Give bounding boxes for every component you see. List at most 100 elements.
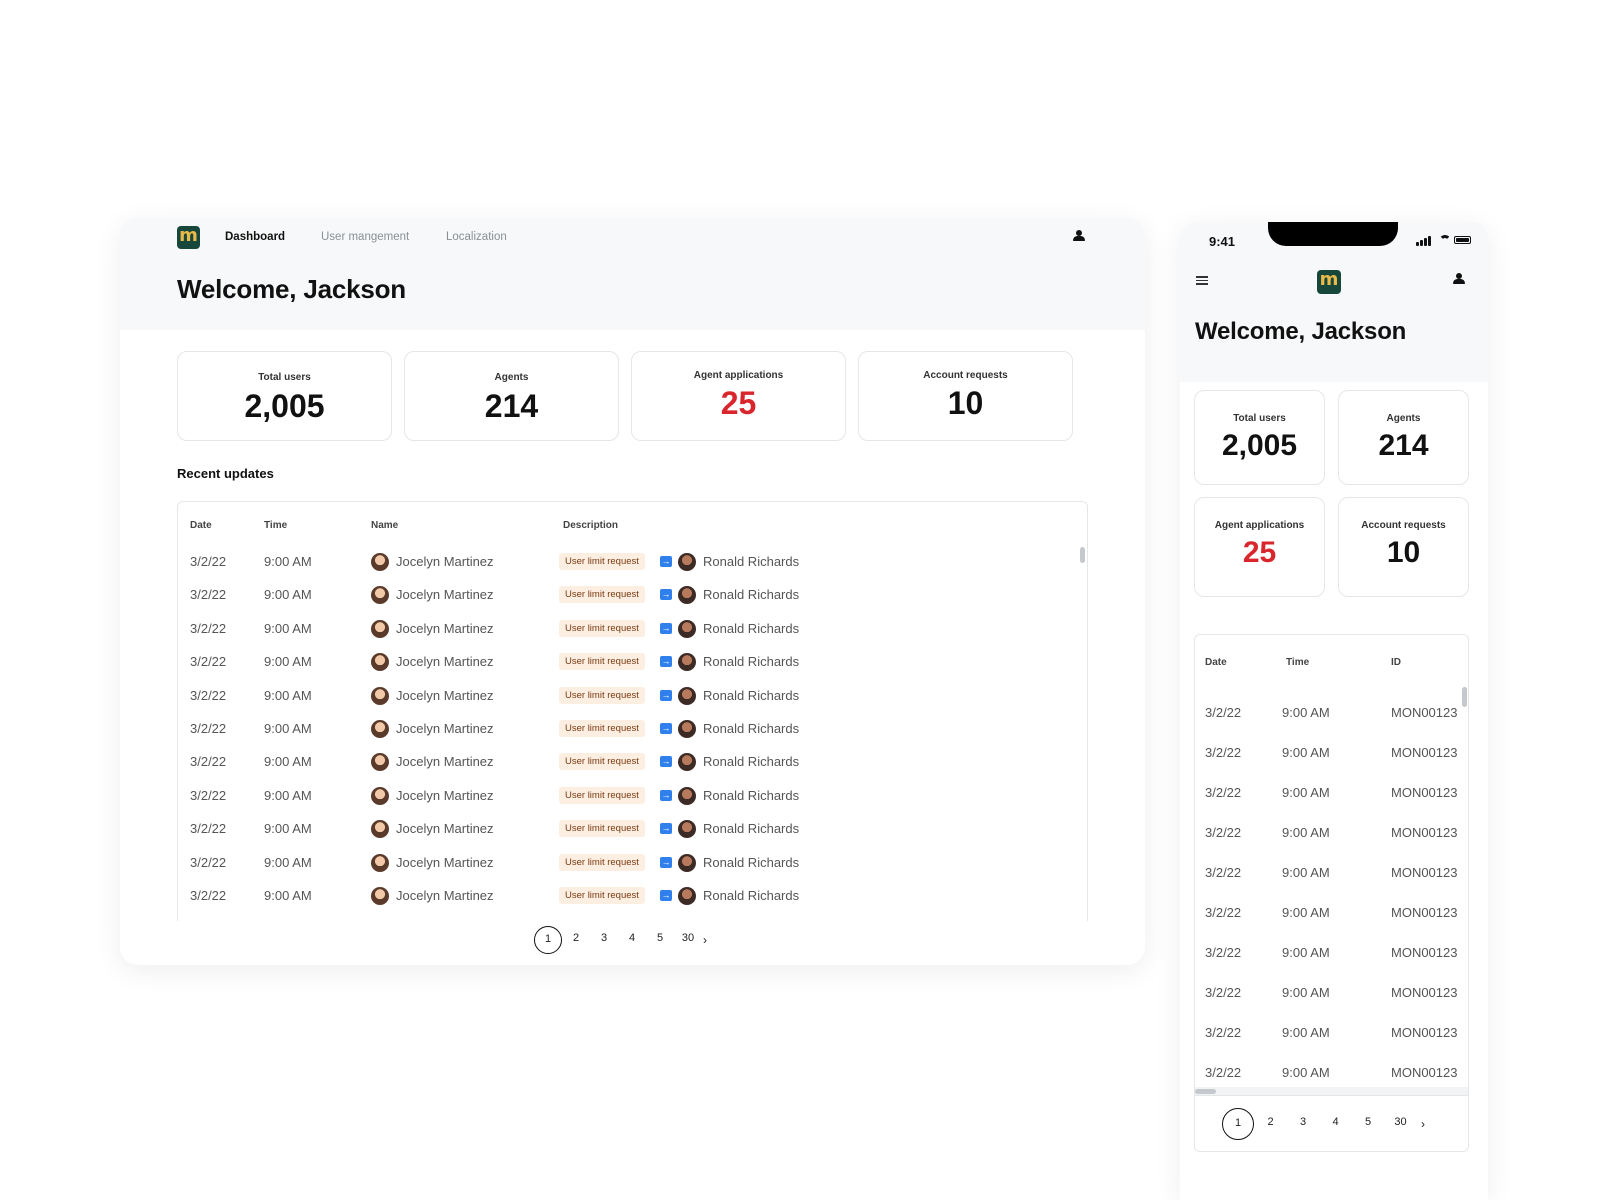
target-name-cell[interactable]: Ronald Richards [703,754,799,769]
wifi-icon [1439,235,1451,247]
signal-bar [1424,238,1427,246]
column-header-date[interactable]: Date [190,520,212,531]
target-name-cell[interactable]: Ronald Richards [703,821,799,836]
column-header-description[interactable]: Description [563,520,618,531]
table-row[interactable]: 3/2/22 9:00 AM MON00123 [1195,773,1468,813]
name-cell[interactable]: Jocelyn Martinez [396,621,494,636]
name-cell[interactable]: Jocelyn Martinez [396,654,494,669]
mobile-updates-table[interactable]: Date Time ID 3/2/22 9:00 AM MON00123 3/2/22… [1194,634,1469,1096]
table-row[interactable]: 3/2/22 9:00 AM Jocelyn Martinez User limit … [178,613,1087,647]
arrow-right-icon: → [660,789,672,801]
page-4-button[interactable]: 4 [1320,1108,1352,1140]
target-name-cell[interactable]: Ronald Richards [703,621,799,636]
pagination: 1 2 3 4 5 30 › [1195,1096,1468,1151]
column-header-name[interactable]: Name [371,520,398,531]
table-row[interactable]: 3/2/22 9:00 AM MON00123 [1195,693,1468,733]
name-cell[interactable]: Jocelyn Martinez [396,788,494,803]
table-row[interactable]: 3/2/22 9:00 AM Jocelyn Martinez User limit … [178,680,1087,714]
page-3-button[interactable]: 3 [590,926,618,954]
column-header-time[interactable]: Time [1286,657,1309,668]
name-cell[interactable]: Jocelyn Martinez [396,855,494,870]
page-30-button[interactable]: 30 [674,926,702,954]
time-cell: 9:00 AM [1282,945,1330,960]
logo[interactable]: m [177,226,200,249]
column-header-date[interactable]: Date [1205,657,1227,668]
user-icon[interactable] [1453,273,1465,285]
page-5-button[interactable]: 5 [1352,1108,1384,1140]
target-name-cell[interactable]: Ronald Richards [703,587,799,602]
stat-label: Total users [1233,413,1286,424]
status-badge: User limit request [559,653,645,671]
target-name-cell[interactable]: Ronald Richards [703,654,799,669]
page-2-button[interactable]: 2 [562,926,590,954]
table-row[interactable]: 3/2/22 9:00 AM Jocelyn Martinez User limit … [178,713,1087,747]
horizontal-scrollbar[interactable] [1195,1089,1216,1094]
name-cell[interactable]: Jocelyn Martinez [396,554,494,569]
table-row[interactable]: 3/2/22 9:00 AM Jocelyn Martinez User limit … [178,546,1087,580]
target-name-cell[interactable]: Ronald Richards [703,721,799,736]
page-5-button[interactable]: 5 [646,926,674,954]
target-name-cell[interactable]: Ronald Richards [703,788,799,803]
table-row[interactable]: 3/2/22 9:00 AM Jocelyn Martinez User limit … [178,847,1087,881]
menu-icon[interactable] [1196,276,1208,285]
name-cell[interactable]: Jocelyn Martinez [396,754,494,769]
table-row[interactable]: 3/2/22 9:00 AM Jocelyn Martinez User limit … [178,646,1087,680]
table-row[interactable]: 3/2/22 9:00 AM MON00123 [1195,813,1468,853]
time-cell: 9:00 AM [264,687,312,703]
table-row[interactable]: 3/2/22 9:00 AM MON00123 [1195,893,1468,933]
status-badge: User limit request [559,686,645,704]
table-row[interactable]: 3/2/22 9:00 AM Jocelyn Martinez User limit … [178,813,1087,847]
nav-user-management[interactable]: User mangement [321,231,409,243]
logo[interactable]: m [1317,270,1341,294]
time-cell: 9:00 AM [1282,785,1330,800]
name-cell[interactable]: Jocelyn Martinez [396,888,494,903]
stat-label: Agents [1386,413,1421,424]
target-name-cell[interactable]: Ronald Richards [703,688,799,703]
date-cell: 3/2/22 [190,721,227,736]
nav-dashboard[interactable]: Dashboard [225,231,285,243]
date-cell: 3/2/22 [1205,785,1242,800]
table-row[interactable]: 3/2/22 9:00 AM Jocelyn Martinez User limit … [178,880,1087,914]
name-cell[interactable]: Jocelyn Martinez [396,721,494,736]
table-row[interactable]: 3/2/22 9:00 AM Jocelyn Martinez User limit … [178,746,1087,780]
name-cell[interactable]: Jocelyn Martinez [396,821,494,836]
name-cell[interactable]: Jocelyn Martinez [396,587,494,602]
page-2-button[interactable]: 2 [1255,1108,1287,1140]
horizontal-scroll-track[interactable] [1195,1087,1468,1095]
table-row[interactable]: 3/2/22 9:00 AM MON00123 [1195,733,1468,773]
table-row[interactable]: 3/2/22 9:00 AM Jocelyn Martinez User limit … [178,780,1087,814]
avatar [678,853,696,872]
chevron-right-icon[interactable]: › [1421,1117,1425,1131]
chevron-right-icon[interactable]: › [703,933,707,947]
page-3-button[interactable]: 3 [1287,1108,1319,1140]
page-30-button[interactable]: 30 [1385,1108,1417,1140]
user-icon[interactable] [1073,230,1085,242]
mobile-dashboard: 9:41 m Welcome, Jackson Total users 2,00… [1180,222,1488,1200]
recent-updates-table[interactable]: Date Time Name Description 3/2/22 9:00 AM… [177,501,1088,921]
target-name-cell[interactable]: Ronald Richards [703,855,799,870]
arrow-right-icon: → [660,589,672,601]
vertical-scrollbar[interactable] [1462,687,1467,707]
table-row[interactable]: 3/2/22 9:00 AM MON00123 [1195,853,1468,893]
target-name-cell[interactable]: Ronald Richards [703,888,799,903]
page-1-button[interactable]: 1 [534,926,562,954]
date-cell: 3/2/22 [1205,945,1242,960]
arrow-right-icon: → [660,622,672,634]
avatar [371,720,389,738]
table-row[interactable]: 3/2/22 9:00 AM MON00123 [1195,933,1468,973]
table-row[interactable]: 3/2/22 9:00 AM MON00123 [1195,1013,1468,1053]
column-header-time[interactable]: Time [264,520,287,531]
page-1-button[interactable]: 1 [1222,1108,1254,1140]
name-cell[interactable]: Jocelyn Martinez [396,688,494,703]
target-name-cell[interactable]: Ronald Richards [703,554,799,569]
table-row[interactable]: 3/2/22 9:00 AM MON00123 [1195,973,1468,1013]
table-row[interactable]: 3/2/22 9:00 AM Jocelyn Martinez User limit … [178,579,1087,613]
stat-value: 214 [1378,429,1429,462]
page-4-button[interactable]: 4 [618,926,646,954]
column-header-id[interactable]: ID [1391,657,1401,668]
date-cell: 3/2/22 [190,754,227,770]
date-cell: 3/2/22 [1205,705,1242,720]
nav-localization[interactable]: Localization [446,231,507,243]
vertical-scrollbar[interactable] [1080,547,1085,563]
time-cell: 9:00 AM [1282,705,1330,720]
